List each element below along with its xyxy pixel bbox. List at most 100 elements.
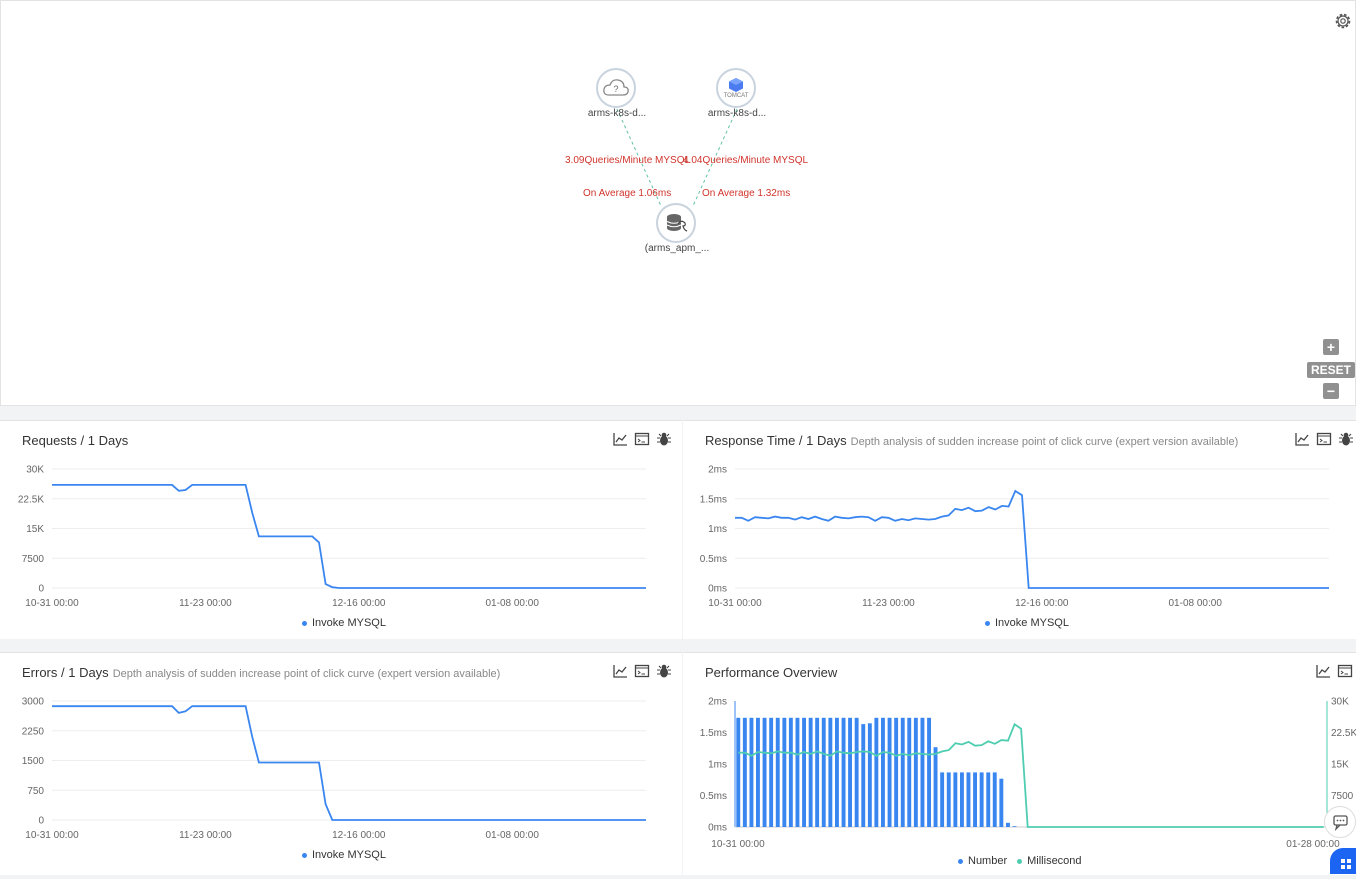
bar-number[interactable] <box>742 717 747 827</box>
bar-number[interactable] <box>736 717 741 827</box>
bar-number[interactable] <box>821 717 826 827</box>
bar-number[interactable] <box>802 717 806 827</box>
response-time-chart[interactable]: 2ms 1.5ms 1ms 0.5ms 0ms 10-31 00:00 11-23 00:0… <box>683 459 1356 619</box>
bar-number[interactable] <box>808 717 813 827</box>
bar-number[interactable] <box>992 772 997 827</box>
series-line-invoke-mysql[interactable] <box>52 484 646 589</box>
bug-icon[interactable] <box>656 663 672 679</box>
series-line-invoke-mysql[interactable] <box>735 489 1329 589</box>
series-line-millisecond[interactable] <box>738 722 1324 828</box>
chart-legend[interactable]: Invoke MYSQL <box>985 617 1069 629</box>
performance-chart[interactable]: 2ms30K1.5ms22.5K1ms15K0.5ms75000ms010-31… <box>683 691 1356 851</box>
bar-number[interactable] <box>795 717 800 827</box>
topology-node-database[interactable] <box>656 203 696 243</box>
panel-title: Errors / 1 Days Depth analysis of sudden … <box>22 665 500 680</box>
bar-number[interactable] <box>894 717 899 827</box>
bar-number[interactable] <box>979 772 984 827</box>
bar-number[interactable] <box>775 717 780 827</box>
chart-legend[interactable]: Invoke MYSQL <box>302 617 386 629</box>
bug-icon[interactable] <box>1338 431 1354 447</box>
line-chart-icon[interactable] <box>1294 431 1310 447</box>
line-chart-icon[interactable] <box>612 663 628 679</box>
x-tick-label: 12-16 00:00 <box>1015 598 1069 609</box>
terminal-icon[interactable] <box>634 663 650 679</box>
bar-number[interactable] <box>749 717 754 827</box>
y-tick-label: 2ms <box>708 465 727 476</box>
panel-subtitle[interactable]: Depth analysis of sudden increase point … <box>851 436 1239 448</box>
terminal-icon[interactable] <box>634 431 650 447</box>
x-tick-label: 01-08 00:00 <box>486 598 540 609</box>
tomcat-icon-text: TOMCAT <box>723 92 749 99</box>
edge-avg-label: On Average 1.06ms <box>583 188 672 199</box>
bar-number[interactable] <box>841 717 846 827</box>
y-tick-label: 1.5ms <box>700 494 727 505</box>
bar-number[interactable] <box>887 717 892 827</box>
bar-number[interactable] <box>1012 826 1017 827</box>
zoom-out-button[interactable]: − <box>1323 383 1339 399</box>
series-line-invoke-mysql[interactable] <box>52 705 646 821</box>
chat-bubble-icon <box>1333 815 1348 832</box>
panel-title-text: Performance Overview <box>705 665 838 680</box>
bar-number[interactable] <box>1006 822 1010 827</box>
y-tick-label-left: 1.5ms <box>700 728 727 739</box>
bug-icon[interactable] <box>656 431 672 447</box>
panel-subtitle[interactable]: Depth analysis of sudden increase point … <box>113 668 501 680</box>
legend-item[interactable]: Invoke MYSQL <box>302 849 386 861</box>
chart-legend[interactable]: Invoke MYSQL <box>302 849 386 861</box>
bar-number[interactable] <box>927 717 931 827</box>
bar-number[interactable] <box>900 717 905 827</box>
bar-number[interactable] <box>920 717 925 827</box>
chat-icon[interactable] <box>1324 806 1356 838</box>
line-chart-icon[interactable] <box>1315 663 1331 679</box>
panel-title: Requests / 1 Days <box>22 433 128 448</box>
line-chart-icon[interactable] <box>612 431 628 447</box>
bar-number[interactable] <box>946 772 951 827</box>
reset-button[interactable]: RESET <box>1307 362 1355 378</box>
bar-number[interactable] <box>953 772 958 827</box>
bar-number[interactable] <box>769 717 774 827</box>
legend-item[interactable]: Invoke MYSQL <box>302 617 386 629</box>
topology-node-tomcat[interactable]: TOMCAT <box>716 68 756 108</box>
bar-number[interactable] <box>815 717 820 827</box>
bar-number[interactable] <box>867 723 872 827</box>
y-tick-label-left: 1ms <box>708 760 727 771</box>
x-tick-label: 10-31 00:00 <box>25 598 79 609</box>
bar-number[interactable] <box>788 717 793 827</box>
assistant-fab-button[interactable] <box>1330 848 1356 874</box>
y-tick-label-right: 15K <box>1331 760 1349 771</box>
bar-number[interactable] <box>874 717 879 827</box>
terminal-icon[interactable] <box>1316 431 1332 447</box>
bar-number[interactable] <box>782 717 787 827</box>
bar-number[interactable] <box>973 772 977 827</box>
bar-number[interactable] <box>861 724 866 827</box>
legend-dot <box>958 858 963 864</box>
bar-number[interactable] <box>966 772 971 827</box>
bar-number[interactable] <box>940 772 945 827</box>
bar-number[interactable] <box>828 717 833 827</box>
legend-item[interactable]: Millisecond <box>1017 855 1082 867</box>
bar-number[interactable] <box>756 717 760 827</box>
bar-number[interactable] <box>881 717 885 827</box>
bar-number[interactable] <box>854 717 859 827</box>
chart-legend[interactable]: Number Millisecond <box>958 855 1082 867</box>
panel-title-text: Requests / 1 Days <box>22 433 129 448</box>
topology-canvas[interactable]: ? arms-k8s-d... TOMCAT arms-k8s-d... (ar… <box>0 0 1356 406</box>
topology-node-cloud[interactable]: ? <box>596 68 636 108</box>
requests-chart[interactable]: 30K 22.5K 15K 7500 0 10-31 00:00 11-23 00:00 12… <box>0 459 682 619</box>
zoom-in-button[interactable]: + <box>1323 339 1339 355</box>
x-tick-label: 11-23 00:00 <box>179 598 232 609</box>
errors-chart[interactable]: 3000 2250 1500 750 0 10-31 00:00 11-23 00:00 12… <box>0 691 682 851</box>
y-tick-label: 3000 <box>22 697 45 708</box>
bar-number[interactable] <box>933 747 938 827</box>
bar-number[interactable] <box>835 717 839 827</box>
legend-item[interactable]: Number <box>958 855 1007 867</box>
bar-number[interactable] <box>848 717 852 827</box>
bar-number[interactable] <box>762 717 767 827</box>
terminal-icon[interactable] <box>1337 663 1353 679</box>
bar-number[interactable] <box>907 717 912 827</box>
legend-item[interactable]: Invoke MYSQL <box>985 617 1069 629</box>
bar-number[interactable] <box>999 778 1004 827</box>
bar-number[interactable] <box>960 772 964 827</box>
bar-number[interactable] <box>913 717 918 827</box>
bar-number[interactable] <box>986 772 991 827</box>
